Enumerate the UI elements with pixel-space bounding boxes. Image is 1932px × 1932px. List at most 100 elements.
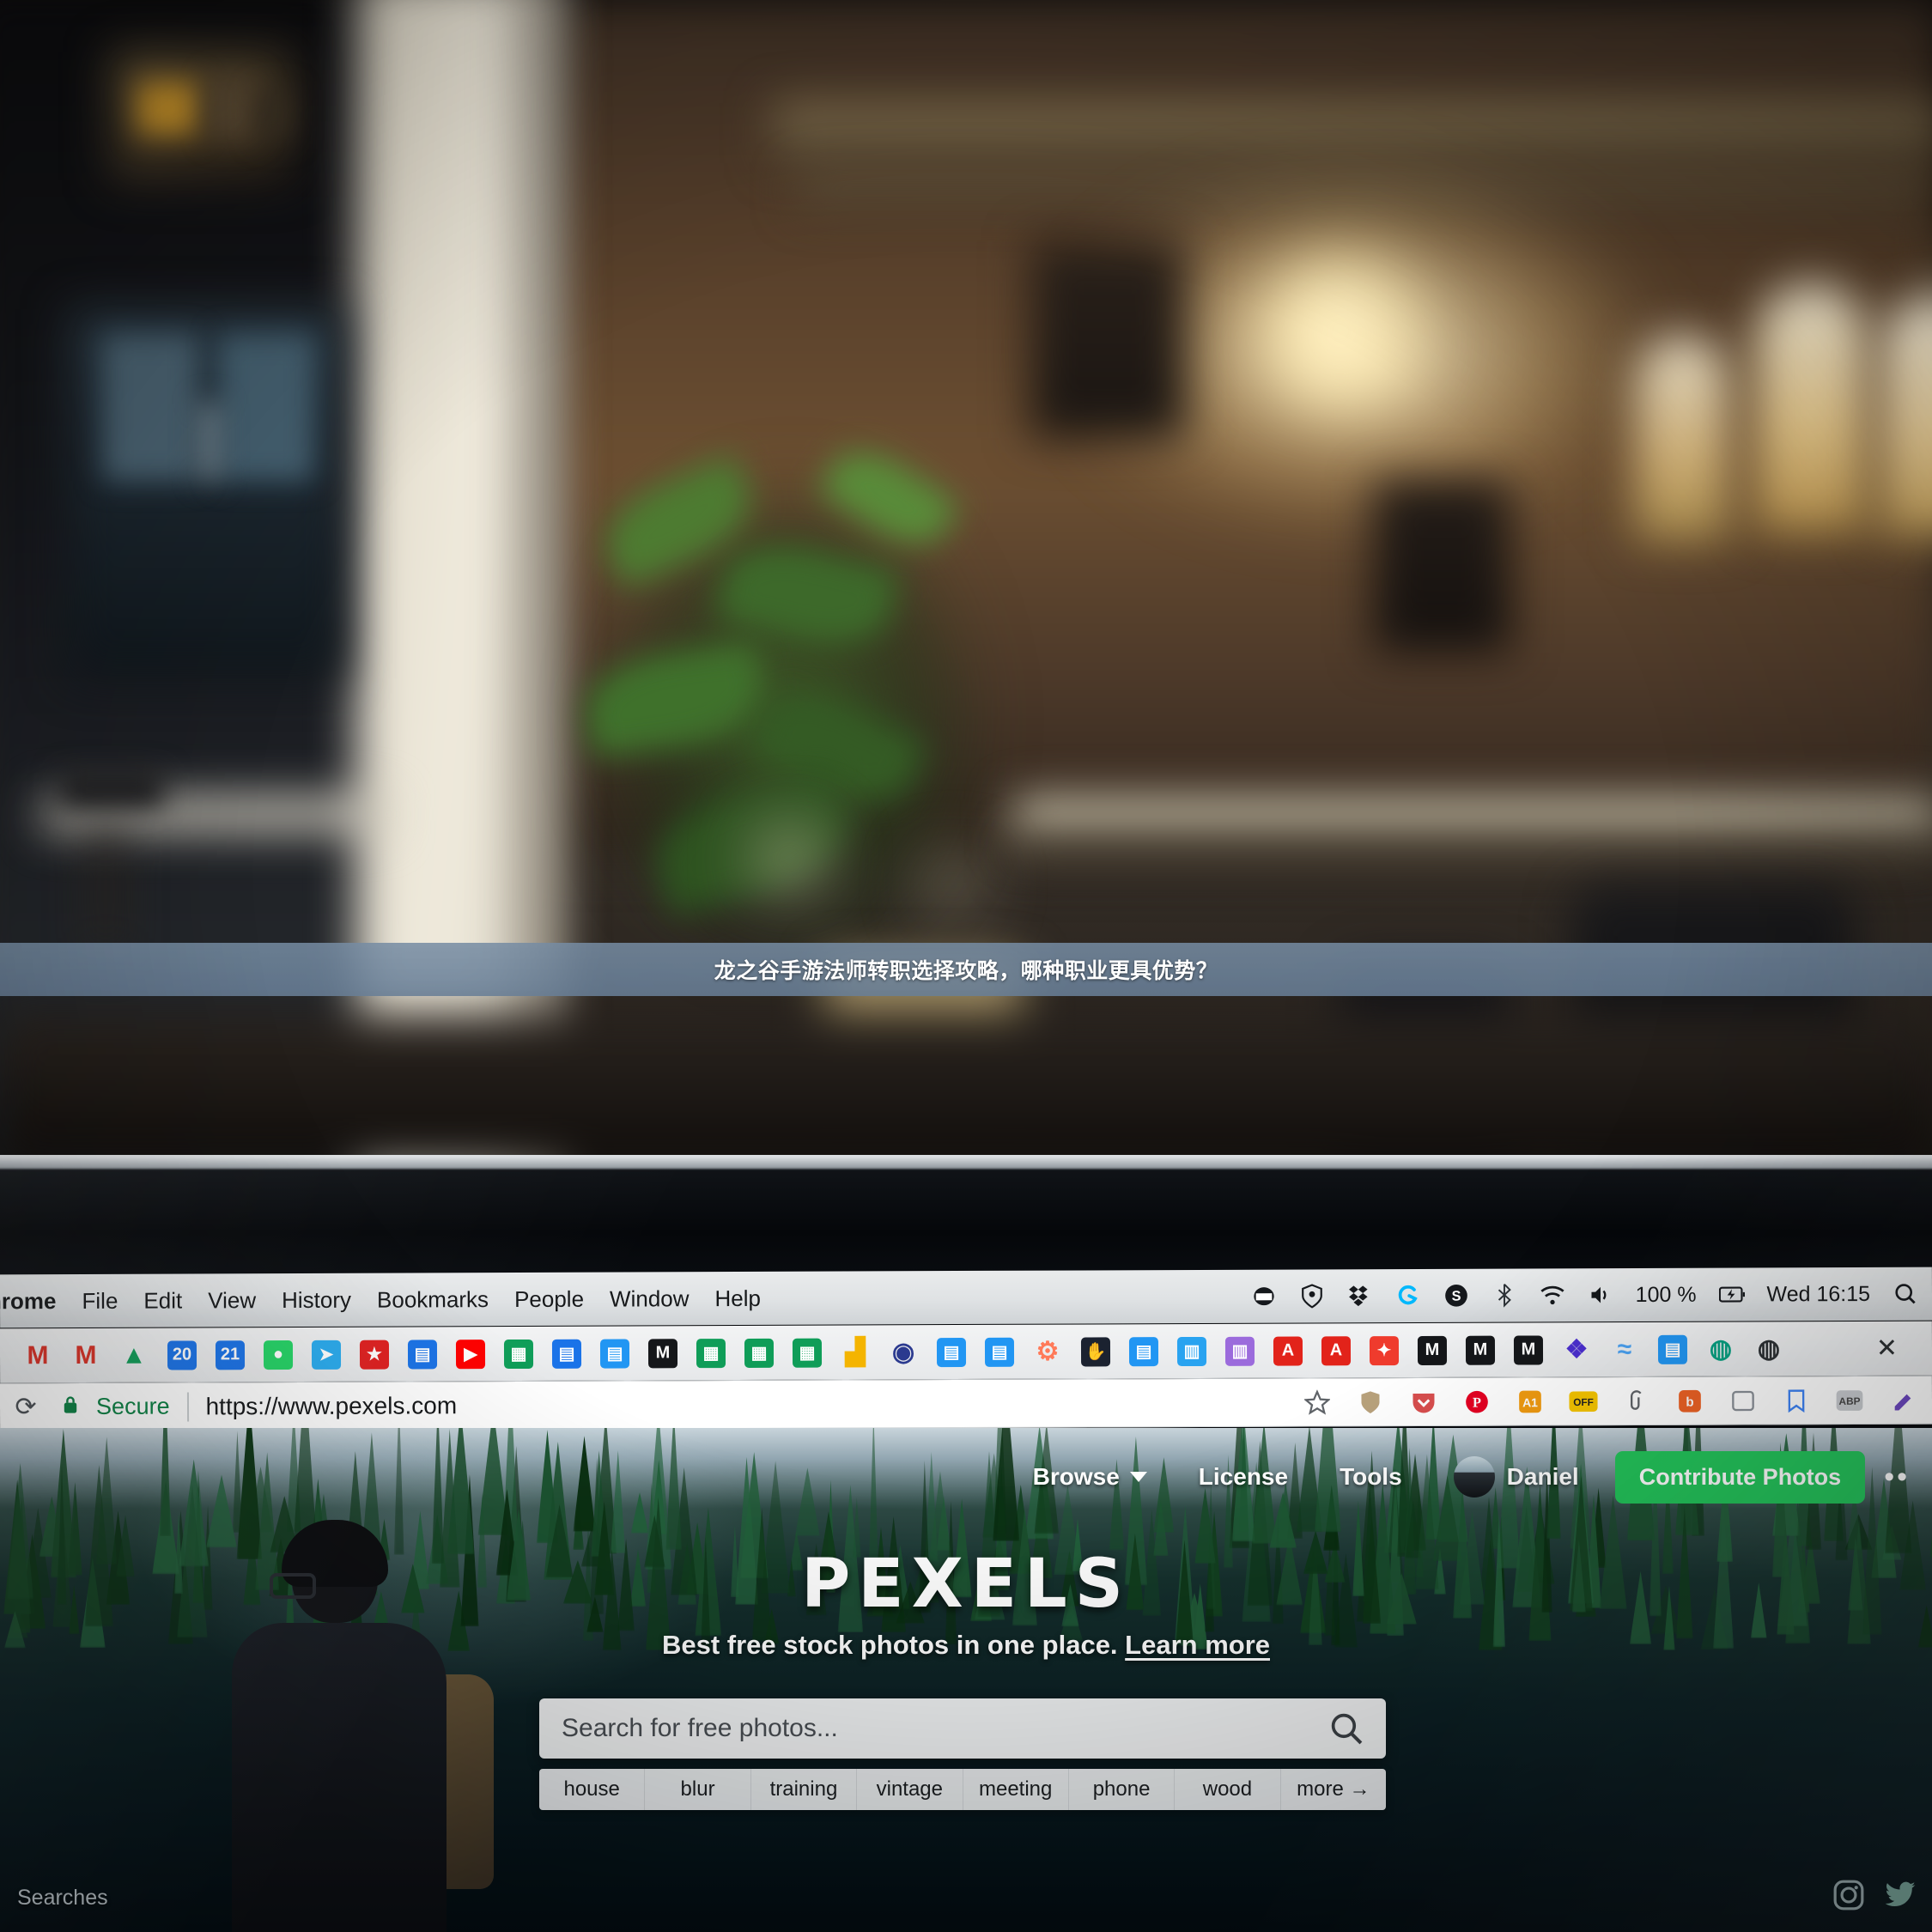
chart-bookmark-glyph: ▥ xyxy=(1224,1336,1255,1366)
skype-icon[interactable]: S xyxy=(1443,1283,1469,1309)
google-sheets-bookmark[interactable]: ▦ xyxy=(785,1330,829,1375)
menu-item-help[interactable]: Help xyxy=(714,1285,761,1311)
dropbox-icon[interactable] xyxy=(1347,1283,1373,1309)
page-title: 龙之谷手游法师转职选择攻略，哪种职业更具优势？ xyxy=(714,958,1218,983)
adobe-bookmark[interactable]: A xyxy=(1266,1328,1310,1373)
overflow-menu-icon[interactable]: •• xyxy=(1884,1462,1910,1492)
steemit-bookmark[interactable]: ≈ xyxy=(1602,1327,1647,1371)
adobe-bookmark[interactable]: A xyxy=(1314,1328,1358,1373)
off-toggle-icon[interactable]: OFF xyxy=(1566,1384,1601,1419)
search-chip-blur[interactable]: blur xyxy=(645,1769,751,1810)
close-tab-icon[interactable]: ✕ xyxy=(1876,1334,1898,1364)
hubspot-bookmark[interactable]: ⚙ xyxy=(1025,1329,1070,1374)
suggested-search-chips[interactable]: house blur training vintage meeting phone wood… xyxy=(539,1769,1386,1810)
menu-item-edit[interactable]: Edit xyxy=(143,1287,182,1314)
search-chip-meeting[interactable]: meeting xyxy=(963,1769,1069,1810)
shield-icon[interactable] xyxy=(1353,1385,1388,1419)
tab-icon[interactable] xyxy=(1726,1383,1760,1418)
clip-icon[interactable] xyxy=(1619,1383,1654,1418)
medium-bookmark[interactable]: M xyxy=(1458,1327,1503,1372)
red-app-bookmark[interactable]: ✦ xyxy=(1362,1328,1406,1373)
medium-bookmark-glyph: M xyxy=(1465,1335,1496,1365)
menu-item-history[interactable]: History xyxy=(282,1286,351,1313)
chart-bookmark[interactable]: ▥ xyxy=(1170,1328,1214,1373)
volume-icon[interactable] xyxy=(1588,1282,1613,1308)
search-chip-wood[interactable]: wood xyxy=(1175,1769,1281,1810)
search-chip-vintage[interactable]: vintage xyxy=(857,1769,963,1810)
instagram-icon[interactable] xyxy=(1832,1879,1865,1911)
analytics-bookmark[interactable]: ▟ xyxy=(833,1330,878,1375)
spotlight-search-icon[interactable] xyxy=(1893,1281,1918,1307)
aperture-bookmark[interactable]: ◍ xyxy=(1747,1327,1791,1371)
edit-icon[interactable] xyxy=(1886,1382,1920,1417)
colorful-app-bookmark[interactable]: ❖ xyxy=(1554,1327,1599,1372)
dark-app-bookmark[interactable]: ✋ xyxy=(1073,1329,1118,1374)
google-sheets-bookmark[interactable]: ▦ xyxy=(737,1330,781,1375)
browser-bookmarks-bar[interactable]: M M ▲ 20 21 ● ➤ ★ ▤ ▶ ▦ ▤ ▤ M ▦ ▦ ▦ ▟ ◉ ▤ ▤ ⚙ ✋ ▤ ▥ ▥ A A ✦ M M M ❖ ≈ ▤ ◍ ◍ ✕ xyxy=(0,1321,1932,1384)
shield-icon[interactable] xyxy=(1299,1283,1325,1309)
google-drive-bookmark[interactable]: ▲ xyxy=(112,1333,156,1377)
youtube-bookmark[interactable]: ▶ xyxy=(448,1332,493,1376)
search-chip-training[interactable]: training xyxy=(751,1769,858,1810)
menu-item-chrome[interactable]: hrome xyxy=(0,1288,57,1315)
telegram-bookmark[interactable]: ➤ xyxy=(304,1332,349,1376)
google-docs-bookmark[interactable]: ▤ xyxy=(592,1331,637,1376)
address-divider xyxy=(186,1391,189,1421)
gmail-bookmark[interactable]: M xyxy=(15,1334,60,1378)
logitech-icon[interactable] xyxy=(1395,1283,1421,1309)
bitly-icon[interactable]: b xyxy=(1673,1383,1707,1418)
menu-item-view[interactable]: View xyxy=(208,1287,256,1314)
google-sheets-bookmark[interactable]: ▦ xyxy=(689,1331,733,1376)
medium-bookmark[interactable]: M xyxy=(1506,1327,1551,1372)
camera-icon[interactable] xyxy=(1251,1284,1277,1309)
search-icon[interactable] xyxy=(1329,1711,1364,1746)
menu-item-people[interactable]: People xyxy=(514,1285,584,1312)
google-calendar-20-bookmark[interactable]: 20 xyxy=(160,1333,204,1377)
username-label[interactable]: Daniel xyxy=(1507,1463,1579,1491)
browser-address-bar[interactable]: ⟳ Secure https://www.pexels.com P A1 OFF… xyxy=(0,1376,1932,1432)
red-bookmark[interactable]: ★ xyxy=(352,1332,397,1376)
medium-bookmark[interactable]: M xyxy=(1410,1327,1455,1372)
gmail-bookmark[interactable]: M xyxy=(64,1333,108,1377)
menu-item-window[interactable]: Window xyxy=(610,1285,690,1312)
nav-item-browse[interactable]: Browse xyxy=(1033,1463,1147,1491)
contribute-photos-button[interactable]: Contribute Photos xyxy=(1614,1450,1866,1504)
dark-app-bookmark-glyph: ✋ xyxy=(1080,1336,1111,1366)
google-docs-bookmark[interactable]: ▤ xyxy=(544,1331,589,1376)
chart-bookmark[interactable]: ▥ xyxy=(1218,1328,1262,1373)
pinterest-icon[interactable]: P xyxy=(1460,1384,1494,1419)
google-docs-bookmark[interactable]: ▤ xyxy=(1650,1327,1695,1371)
avatar[interactable] xyxy=(1453,1456,1495,1498)
pexels-bookmark[interactable]: ◍ xyxy=(1698,1327,1743,1371)
learn-more-link[interactable]: Learn more xyxy=(1125,1630,1270,1660)
search-bookmark[interactable]: ◉ xyxy=(881,1330,926,1375)
search-chip-house[interactable]: house xyxy=(539,1769,646,1810)
search-input[interactable]: Search for free photos... xyxy=(562,1714,838,1743)
menu-item-file[interactable]: File xyxy=(82,1287,118,1314)
google-docs-bookmark[interactable]: ▤ xyxy=(929,1329,974,1374)
star-icon[interactable] xyxy=(1300,1385,1334,1419)
nav-item-license[interactable]: License xyxy=(1199,1463,1288,1491)
battery-charging-icon[interactable] xyxy=(1718,1282,1745,1308)
nav-item-tools[interactable]: Tools xyxy=(1340,1463,1402,1491)
wifi-icon[interactable] xyxy=(1540,1282,1565,1308)
search-chip-phone[interactable]: phone xyxy=(1069,1769,1176,1810)
google-docs-bookmark[interactable]: ▤ xyxy=(1121,1329,1166,1374)
url-text[interactable]: https://www.pexels.com xyxy=(206,1392,458,1420)
search-chip-more[interactable]: more → xyxy=(1281,1769,1386,1810)
bookmark-icon[interactable] xyxy=(1779,1383,1814,1418)
photo-search-box[interactable]: Search for free photos... xyxy=(539,1698,1386,1759)
abp-icon[interactable]: ABP xyxy=(1832,1382,1867,1417)
medium-bookmark[interactable]: M xyxy=(641,1331,685,1376)
twitter-icon[interactable] xyxy=(1884,1879,1917,1911)
google-docs-bookmark[interactable]: ▤ xyxy=(977,1329,1022,1374)
google-docs-bookmark[interactable]: ▤ xyxy=(400,1332,445,1376)
google-calendar-21-bookmark[interactable]: 21 xyxy=(208,1333,252,1377)
reload-icon[interactable]: ⟳ xyxy=(7,1392,45,1422)
bluetooth-icon[interactable] xyxy=(1492,1283,1517,1309)
pocket-icon[interactable] xyxy=(1406,1384,1441,1419)
translate-icon[interactable]: A1 xyxy=(1513,1384,1547,1419)
google-sheets-bookmark[interactable]: ▦ xyxy=(496,1331,541,1376)
whatsapp-bookmark[interactable]: ● xyxy=(256,1332,301,1376)
menu-item-bookmarks[interactable]: Bookmarks xyxy=(377,1286,489,1313)
